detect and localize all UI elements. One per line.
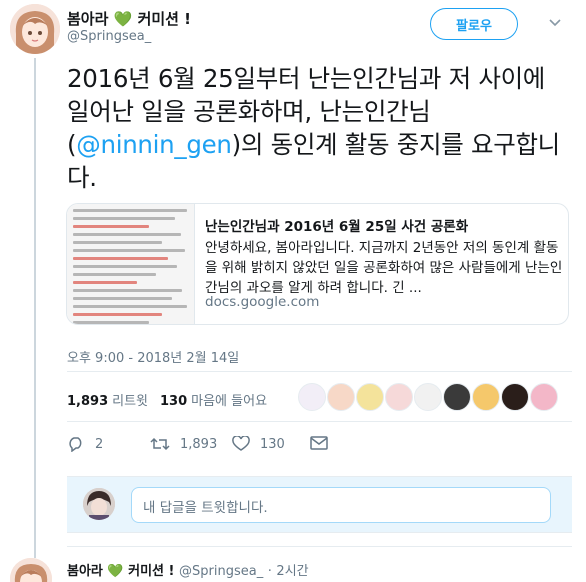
direct-message-button[interactable]	[310, 436, 338, 450]
retweet-button[interactable]: 1,893	[150, 436, 217, 452]
retweet-count: 1,893	[180, 436, 218, 452]
reply-icon	[69, 437, 82, 452]
liker-avatar[interactable]	[414, 383, 442, 411]
heart-icon	[232, 436, 250, 451]
tweet-timestamp[interactable]: 오후 9:00 - 2018년 2월 14일	[67, 347, 239, 366]
thread-line	[34, 58, 36, 558]
card-domain: docs.google.com	[205, 294, 320, 310]
reply-input[interactable]: 내 답글을 트윗합니다.	[131, 487, 551, 523]
card-description: 안녕하세요, 봄아라입니다. 지금까지 2년동안 저의 동인계 활동을 위해 밝…	[205, 240, 563, 296]
divider	[67, 371, 572, 372]
tweet-text: 2016년 6월 25일부터 난는인간님과 저 사이에 일어난 일을 공론화하며…	[67, 62, 572, 194]
link-card[interactable]: 난는인간님과 2016년 6월 25일 사건 공론화 안녕하세요, 봄아라입니다…	[66, 203, 569, 325]
divider	[67, 421, 572, 422]
liker-avatar[interactable]	[298, 383, 326, 411]
green-heart-icon: 💚	[107, 564, 124, 579]
next-tweet-header: 봄아라 💚 커미션 ! @Springsea_ · 2시간	[67, 560, 309, 579]
follow-button[interactable]: 팔로우	[430, 8, 518, 40]
chevron-down-icon[interactable]	[546, 14, 564, 32]
mention-link[interactable]: @ninnin_gen	[76, 130, 232, 159]
author-name: 봄아라	[67, 10, 109, 28]
author-display-name[interactable]: 봄아라 💚 커미션 !	[67, 8, 191, 29]
next-tweet-handle[interactable]: @Springsea_	[179, 564, 263, 579]
mail-icon	[310, 436, 328, 450]
like-stat-label: 마음에 들어요	[191, 394, 268, 409]
next-tweet-time[interactable]: 2시간	[276, 564, 308, 579]
liker-avatar[interactable]	[472, 383, 500, 411]
reply-button[interactable]: 2	[67, 436, 103, 452]
liker-avatar[interactable]	[501, 383, 529, 411]
next-tweet-author-name[interactable]: 봄아라	[67, 564, 103, 579]
author-avatar[interactable]	[10, 4, 60, 54]
like-count: 130	[260, 436, 285, 452]
liker-avatar[interactable]	[356, 383, 384, 411]
retweet-stat-count: 1,893	[67, 394, 109, 409]
next-tweet-avatar[interactable]	[10, 558, 52, 582]
liker-avatar[interactable]	[327, 383, 355, 411]
card-thumbnail	[67, 204, 195, 324]
current-user-avatar[interactable]	[83, 488, 115, 520]
retweet-icon	[150, 437, 170, 451]
divider	[67, 546, 572, 547]
like-stat[interactable]: 130 마음에 들어요	[160, 390, 267, 409]
retweet-stat-label: 리트윗	[112, 394, 149, 409]
like-button[interactable]: 130	[232, 436, 285, 452]
next-tweet-badge: 커미션 !	[128, 564, 175, 579]
liker-avatar[interactable]	[443, 383, 471, 411]
author-handle[interactable]: @Springsea_	[67, 29, 151, 44]
reply-count: 2	[95, 436, 104, 452]
next-tweet-separator: ·	[267, 564, 272, 579]
retweet-stat[interactable]: 1,893 리트윗	[67, 390, 148, 409]
liker-avatar[interactable]	[385, 383, 413, 411]
card-title: 난는인간님과 2016년 6월 25일 사건 공론화	[205, 219, 469, 235]
author-badge: 커미션 !	[137, 10, 192, 28]
liker-avatar[interactable]	[530, 383, 558, 411]
like-stat-count: 130	[160, 394, 188, 409]
green-heart-icon: 💚	[113, 10, 133, 28]
